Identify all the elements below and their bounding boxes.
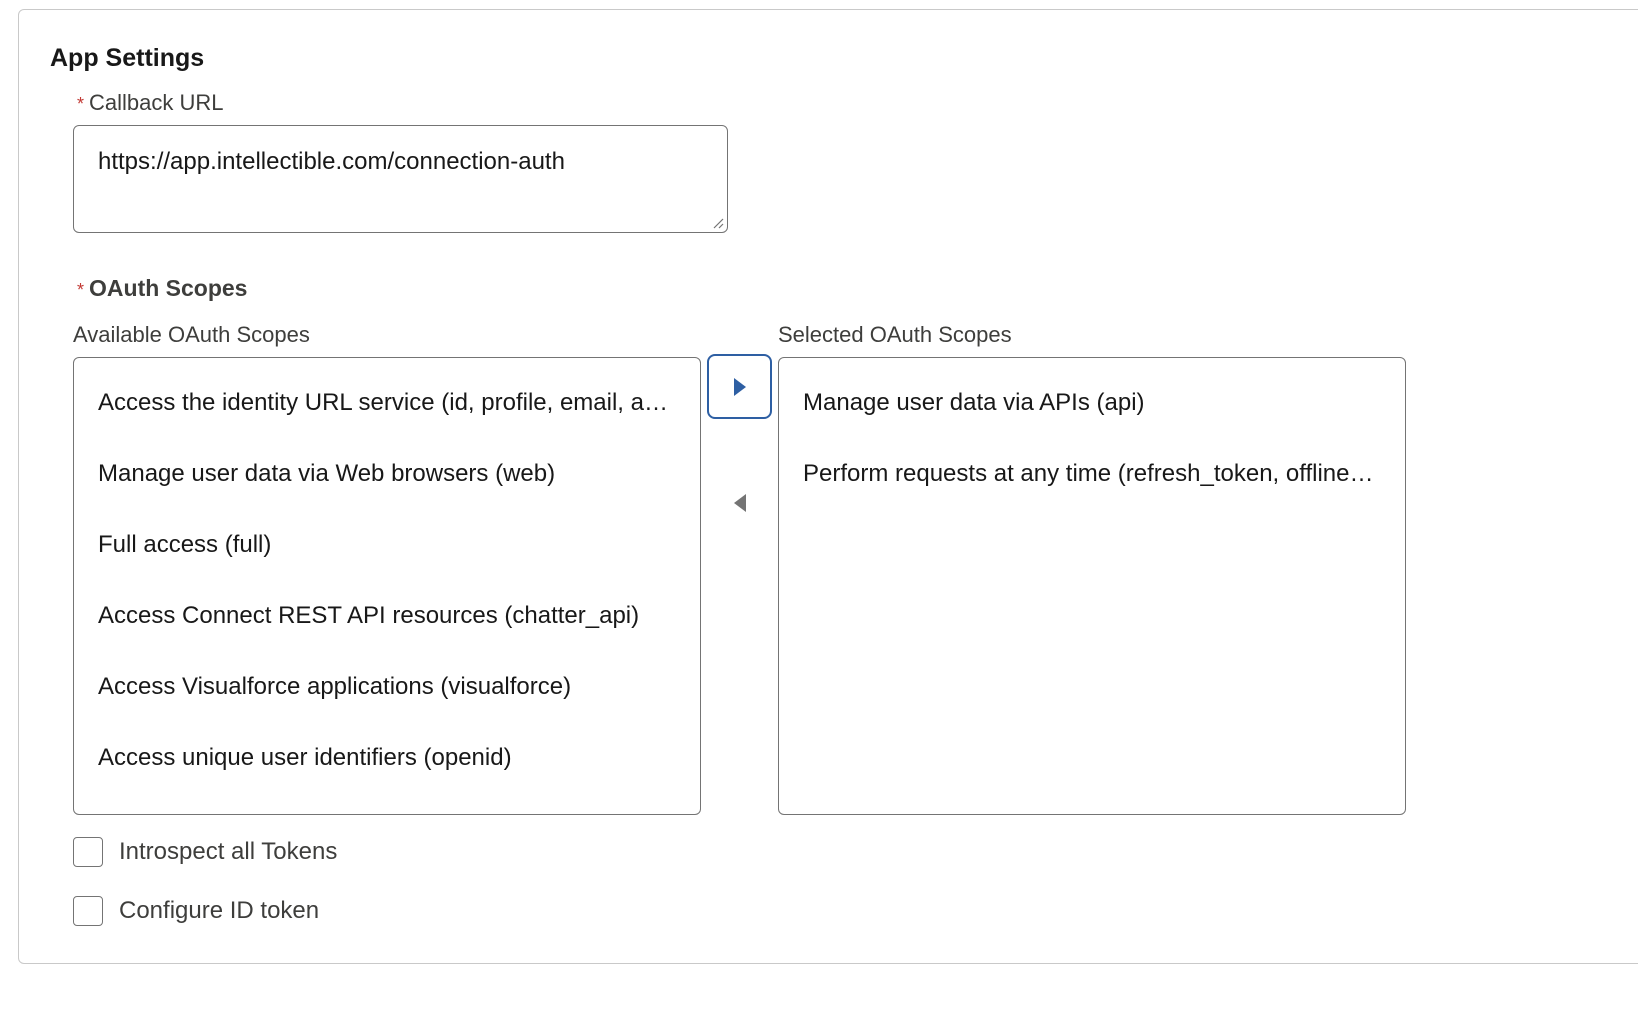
available-scope-option[interactable]: Access Visualforce applications (visualf… (74, 651, 700, 722)
arrow-right-icon (733, 377, 746, 396)
configure-id-token-label[interactable]: Configure ID token (119, 897, 319, 925)
introspect-tokens-label[interactable]: Introspect all Tokens (119, 838, 337, 866)
selected-scopes-listbox[interactable]: Manage user data via APIs (api) Perform … (778, 357, 1406, 815)
configure-id-token-checkbox[interactable] (73, 896, 103, 926)
callback-url-textarea[interactable]: https://app.intellectible.com/connection… (73, 125, 728, 233)
available-scope-option[interactable]: Access the identity URL service (id, pro… (74, 367, 700, 438)
required-marker: * (77, 280, 85, 300)
arrow-left-icon (733, 493, 746, 512)
oauth-scopes-label: * OAuth Scopes (77, 275, 247, 302)
move-to-selected-button[interactable] (707, 354, 772, 419)
selected-scopes-caption: Selected OAuth Scopes (778, 322, 1012, 347)
configure-id-token-option[interactable]: Configure ID token (73, 896, 319, 926)
callback-url-value[interactable]: https://app.intellectible.com/connection… (98, 148, 565, 176)
required-marker: * (77, 94, 85, 114)
available-scope-option[interactable]: Full access (full) (74, 509, 700, 580)
callback-url-label: * Callback URL (77, 90, 224, 116)
move-to-available-button[interactable] (707, 470, 772, 535)
available-scopes-caption: Available OAuth Scopes (73, 322, 310, 347)
introspect-tokens-option[interactable]: Introspect all Tokens (73, 837, 337, 867)
callback-url-label-text: Callback URL (89, 90, 224, 115)
resize-handle-icon[interactable] (712, 217, 724, 229)
selected-scope-option[interactable]: Manage user data via APIs (api) (779, 367, 1405, 438)
available-scope-option[interactable]: Manage user data via Web browsers (web) (74, 438, 700, 509)
available-scope-option[interactable]: Access Connect REST API resources (chatt… (74, 580, 700, 651)
section-title: App Settings (50, 44, 205, 72)
available-scopes-listbox[interactable]: Access the identity URL service (id, pro… (73, 357, 701, 815)
oauth-scopes-label-text: OAuth Scopes (89, 275, 248, 301)
selected-scope-option[interactable]: Perform requests at any time (refresh_to… (779, 438, 1405, 509)
introspect-tokens-checkbox[interactable] (73, 837, 103, 867)
available-scope-option[interactable]: Access unique user identifiers (openid) (74, 722, 700, 793)
